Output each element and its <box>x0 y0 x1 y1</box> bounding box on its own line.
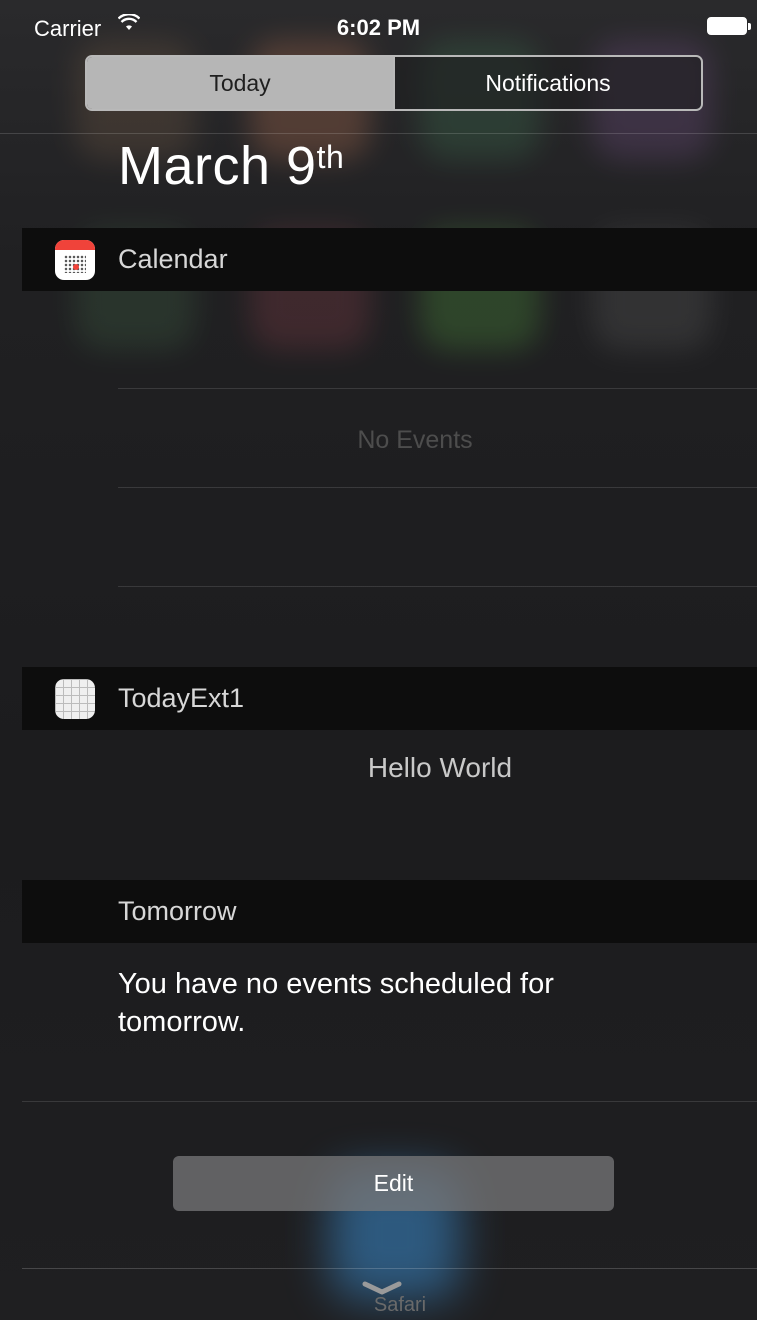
status-time: 6:02 PM <box>336 15 421 40</box>
blurred-home-screen-backdrop <box>0 0 757 1320</box>
divider <box>22 1101 757 1102</box>
today-notifications-segmented-control: Today Notifications <box>85 55 703 111</box>
calendar-row-divider <box>118 487 757 488</box>
status-bar: Carrier 6:02 PM <box>0 0 757 44</box>
calendar-icon <box>55 239 95 280</box>
hello-world-label: Hello World <box>367 752 513 783</box>
todayext1-widget-header[interactable]: TodayExt1 <box>22 667 757 730</box>
tab-today[interactable]: Today <box>87 57 393 109</box>
date-text: March 9 <box>118 136 317 196</box>
no-events-label: No Events <box>357 426 473 454</box>
tomorrow-section-header: Tomorrow <box>22 880 757 943</box>
tab-notifications[interactable]: Notifications <box>393 57 701 109</box>
tomorrow-message: You have no events scheduled for tomorro… <box>118 968 554 1038</box>
grid-icon <box>55 678 95 719</box>
edit-button[interactable]: Edit <box>173 1156 614 1211</box>
calendar-row-divider <box>118 586 757 587</box>
calendar-widget-header[interactable]: Calendar <box>22 228 757 291</box>
tomorrow-title: Tomorrow <box>118 896 237 926</box>
date-ordinal-suffix: th <box>316 139 345 175</box>
calendar-widget-title: Calendar <box>118 244 228 274</box>
calendar-row-divider <box>118 388 757 389</box>
safari-dock-label: Safari <box>373 1294 427 1316</box>
date-heading: March 9th <box>118 135 344 197</box>
chevron-down-icon[interactable] <box>362 1281 402 1295</box>
battery-icon <box>707 17 751 35</box>
todayext1-widget-title: TodayExt1 <box>118 683 245 713</box>
divider <box>0 133 757 134</box>
divider <box>22 1268 757 1269</box>
